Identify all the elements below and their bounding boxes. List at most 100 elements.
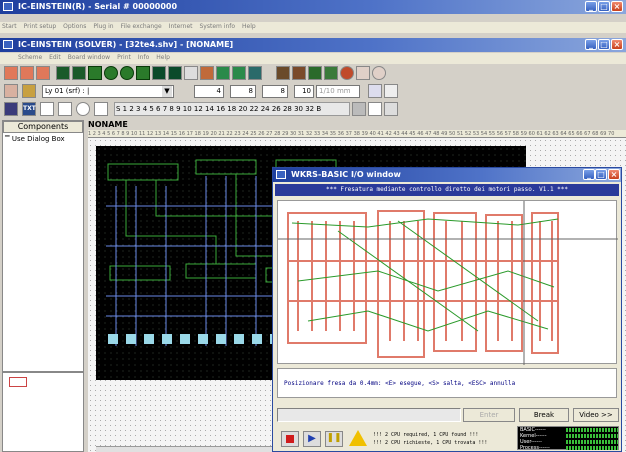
main-menu-item-5[interactable]: Internet <box>169 23 193 30</box>
io-maximize-icon[interactable]: □ <box>595 169 607 180</box>
enter-button[interactable]: Enter <box>463 408 515 422</box>
tool-line-icon[interactable] <box>56 66 70 80</box>
break-button-label: Break <box>533 411 555 419</box>
tool-save-icon[interactable] <box>36 66 50 80</box>
layer-select-value: Ly 01 (srf) : | <box>45 87 90 95</box>
field-3-value: 8 <box>280 87 285 95</box>
io-window-icon[interactable] <box>276 170 286 179</box>
tool-pad-icon[interactable] <box>88 66 102 80</box>
field-1[interactable]: 4 <box>194 85 224 98</box>
chevron-down-icon[interactable]: ▼ <box>162 86 172 97</box>
doc-menu-item-1[interactable]: Edit <box>49 54 61 61</box>
preview-thumbnail <box>9 377 27 387</box>
field-3[interactable]: 8 <box>262 85 288 98</box>
grid-scale[interactable]: S 1 2 3 4 5 6 7 8 9 10 12 14 16 18 20 22… <box>114 102 350 116</box>
toolbar-row-2: Ly 01 (srf) : | ▼ 4 8 8 10 1/10 mm <box>0 82 626 100</box>
tool-disabled1-icon[interactable] <box>356 66 370 80</box>
field-2[interactable]: 8 <box>230 85 256 98</box>
main-menu-item-6[interactable]: System info <box>200 23 236 30</box>
field-4-value: 10 <box>302 87 311 95</box>
line-shape-icon[interactable] <box>58 102 72 116</box>
tool-route-icon[interactable] <box>308 66 322 80</box>
minimize-icon[interactable]: _ <box>585 1 597 12</box>
doc-menu-item-5[interactable]: Help <box>156 54 170 61</box>
cpu-meter-bar <box>566 434 618 438</box>
rect-shape-icon[interactable] <box>40 102 54 116</box>
glasses-icon[interactable] <box>384 102 398 116</box>
text-tool[interactable]: TXT <box>22 102 36 116</box>
break-button[interactable]: Break <box>519 408 569 422</box>
tool-7-icon[interactable] <box>368 84 382 98</box>
tool-rect-icon[interactable] <box>136 66 150 80</box>
doc-menu-bar: Scheme Edit Board window Print Info Help <box>0 53 626 64</box>
tool-pattern1-icon[interactable] <box>200 66 214 80</box>
doc-close-icon[interactable]: × <box>611 39 623 50</box>
canvas-tab[interactable]: NONAME <box>88 120 128 130</box>
circle-shape-icon[interactable] <box>76 102 90 116</box>
person-icon[interactable] <box>352 102 366 116</box>
tool-new-icon[interactable] <box>4 66 18 80</box>
stop-icon[interactable] <box>281 431 299 447</box>
main-menu-item-2[interactable]: Options <box>63 23 86 30</box>
milling-preview <box>277 200 618 365</box>
tool-grid-icon[interactable] <box>384 84 398 98</box>
doc-title-bar: IC-EINSTEIN (SOLVER) - [32te4.shv] - [NO… <box>0 38 626 52</box>
io-prompt: Posizionare fresa da 0.4mm: <E> esegue, … <box>277 368 617 398</box>
tool-pattern2-icon[interactable] <box>216 66 230 80</box>
undo-icon[interactable] <box>4 84 18 98</box>
component-tool-icon[interactable] <box>4 102 18 116</box>
tool-board-icon[interactable] <box>324 66 338 80</box>
io-close-icon[interactable]: × <box>608 169 620 180</box>
doc-maximize-icon[interactable]: □ <box>598 39 610 50</box>
cpu-meter-bar <box>566 428 618 432</box>
main-menu-item-0[interactable]: Start <box>2 23 17 30</box>
doc-menu-item-4[interactable]: Info <box>138 54 149 61</box>
tool-pattern3-icon[interactable] <box>232 66 246 80</box>
tool-circle-icon[interactable] <box>104 66 118 80</box>
video-button-label: Video >> <box>579 411 613 419</box>
tool-pattern4-icon[interactable] <box>248 66 262 80</box>
doc-icon[interactable] <box>3 40 13 49</box>
grid-view-icon[interactable] <box>368 102 382 116</box>
components-header: Components <box>3 121 83 133</box>
tool-fill-icon[interactable] <box>168 66 182 80</box>
box-shape-icon[interactable] <box>94 102 108 116</box>
unit-field[interactable]: 1/10 mm <box>316 85 360 98</box>
cpu-meter-label: Process------ <box>520 445 550 451</box>
tool-select-icon[interactable] <box>184 66 198 80</box>
layer-select[interactable]: Ly 01 (srf) : | ▼ <box>42 85 174 98</box>
main-menu-item-7[interactable]: Help <box>242 23 256 30</box>
main-menu-item-1[interactable]: Print setup <box>24 23 57 30</box>
close-icon[interactable]: × <box>611 1 623 12</box>
tool-circle2-icon[interactable] <box>120 66 134 80</box>
pause-icon[interactable]: ❚❚ <box>325 431 343 447</box>
tool-square-icon[interactable] <box>152 66 166 80</box>
doc-menu-item-3[interactable]: Print <box>117 54 131 61</box>
tool-junction-icon[interactable] <box>276 66 290 80</box>
redo-icon[interactable] <box>22 84 36 98</box>
field-4[interactable]: 10 <box>294 85 314 98</box>
doc-minimize-icon[interactable]: _ <box>585 39 597 50</box>
main-menu-item-3[interactable]: Plug in <box>93 23 113 30</box>
app-icon[interactable] <box>3 2 13 11</box>
cpu-warning-en: !!! 2 CPU required, 1 CPU found !!! <box>373 432 479 438</box>
component-list-item[interactable]: ▔ Use Dialog Box <box>5 134 81 144</box>
tool-diagonal-icon[interactable] <box>72 66 86 80</box>
io-header-line: *** Fresatura mediante controllo diretto… <box>275 184 619 196</box>
tool-autoroute-icon[interactable] <box>340 66 354 80</box>
tool-bus-icon[interactable] <box>292 66 306 80</box>
io-input-field[interactable] <box>277 408 461 422</box>
doc-menu-item-2[interactable]: Board window <box>68 54 110 61</box>
canvas-hscrollbar[interactable] <box>96 446 276 452</box>
play-icon[interactable]: ▶ <box>303 431 321 447</box>
tool-disabled2-icon[interactable] <box>372 66 386 80</box>
main-title-bar: IC-EINSTEIN(R) - Serial # 00000000 _ □ × <box>0 0 626 14</box>
io-minimize-icon[interactable]: _ <box>583 169 595 180</box>
video-button[interactable]: Video >> <box>573 408 619 422</box>
tool-open-icon[interactable] <box>20 66 34 80</box>
doc-menu-item-0[interactable]: Scheme <box>18 54 42 61</box>
canvas-tab-label: NONAME <box>88 120 128 129</box>
main-menu-item-4[interactable]: File exchange <box>121 23 162 30</box>
tree-expander-icon[interactable]: ▔ <box>5 136 10 143</box>
maximize-icon[interactable]: □ <box>598 1 610 12</box>
